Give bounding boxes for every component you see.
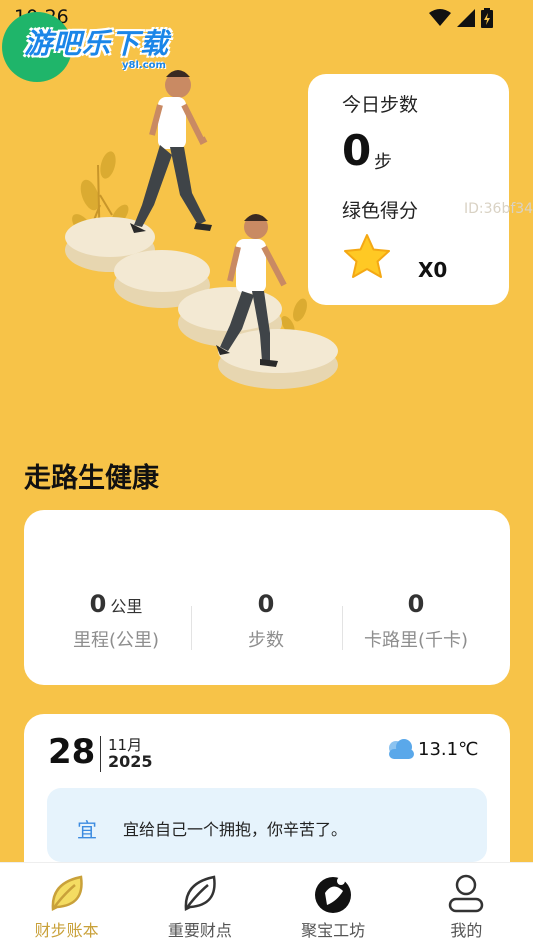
- steps-unit: 步: [374, 152, 392, 173]
- star-icon: [344, 234, 390, 278]
- advice-tag: 宜: [77, 818, 97, 842]
- advice-text: 宜给自己一个拥抱，你辛苦了。: [123, 820, 348, 839]
- date-year: 2025: [108, 752, 153, 771]
- steps-stat-label: 步数: [248, 630, 284, 651]
- distance-stat: 0 公里 里程(公里): [41, 590, 191, 652]
- leaf-outline-icon: [184, 875, 216, 911]
- bottom-nav: 财步账本 重要财点 聚宝工坊 我的: [0, 862, 533, 948]
- status-icons: [429, 8, 493, 28]
- battery-icon: [481, 8, 493, 28]
- nav-label: 我的: [450, 921, 483, 940]
- signal-icon: [457, 9, 475, 27]
- nav-item-treasure-workshop[interactable]: 聚宝工坊: [267, 863, 400, 948]
- green-score-title: 绿色得分: [342, 200, 419, 222]
- date-day: 28: [48, 732, 96, 772]
- health-stats-card: 0 公里 里程(公里) 0 步数 0 卡路里(千卡): [24, 510, 510, 685]
- today-steps-card: 今日步数 0 步 绿色得分 X0: [308, 74, 509, 305]
- nav-item-step-ledger[interactable]: 财步账本: [0, 863, 133, 948]
- green-score-value: X0: [418, 258, 448, 282]
- leaf-icon: [51, 875, 83, 911]
- section-title: 走路生健康: [24, 463, 159, 494]
- distance-value: 0: [89, 590, 107, 618]
- distance-label: 里程(公里): [72, 630, 160, 651]
- gourd-icon: [315, 877, 352, 913]
- nav-label: 聚宝工坊: [301, 921, 366, 940]
- cloud-icon: [389, 739, 414, 759]
- steps-stat: 0 步数: [191, 590, 341, 652]
- distance-unit: 公里: [110, 597, 143, 616]
- nav-item-important-points[interactable]: 重要财点: [133, 863, 266, 948]
- daily-advice: 宜 宜给自己一个拥抱，你辛苦了。: [47, 788, 487, 862]
- steps-stat-value: 0: [257, 590, 275, 618]
- steps-title: 今日步数: [342, 94, 419, 116]
- steps-value: 0: [342, 126, 372, 175]
- user-icon: [449, 874, 484, 913]
- date-divider: [100, 736, 101, 772]
- calorie-value: 0: [407, 590, 425, 618]
- temperature: 13.1℃: [418, 739, 479, 760]
- wifi-icon: [429, 9, 451, 26]
- nav-item-mine[interactable]: 我的: [400, 863, 533, 948]
- calorie-stat: 0 卡路里(千卡): [341, 590, 491, 652]
- calorie-label: 卡路里(千卡): [363, 630, 469, 651]
- nav-label: 财步账本: [34, 921, 99, 940]
- device-id: ID:36bf34: [464, 201, 533, 217]
- nav-label: 重要财点: [167, 921, 232, 940]
